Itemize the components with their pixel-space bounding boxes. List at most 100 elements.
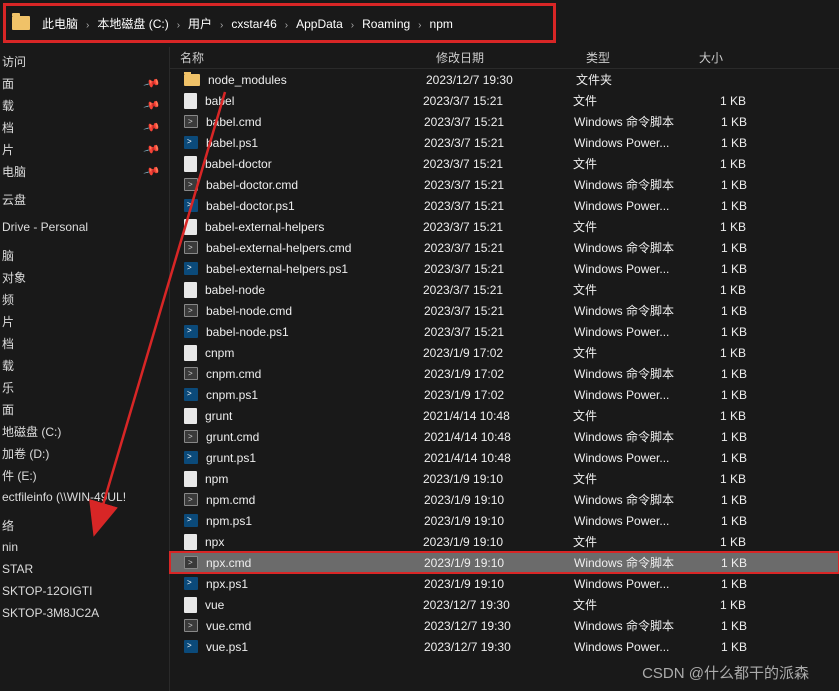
file-row[interactable]: npm2023/1/9 19:10文件1 KB [170, 468, 839, 489]
breadcrumb-segment[interactable]: cxstar46 [231, 17, 276, 31]
file-row[interactable]: babel.ps12023/3/7 15:21Windows Power...1… [170, 132, 839, 153]
file-row[interactable]: cnpm.cmd2023/1/9 17:02Windows 命令脚本1 KB [170, 363, 839, 384]
file-row[interactable]: npm.cmd2023/1/9 19:10Windows 命令脚本1 KB [170, 489, 839, 510]
file-row[interactable]: babel-node.ps12023/3/7 15:21Windows Powe… [170, 321, 839, 342]
sidebar-item[interactable]: 脑 [0, 244, 169, 266]
file-row[interactable]: babel2023/3/7 15:21文件1 KB [170, 90, 839, 111]
file-row[interactable]: vue2023/12/7 19:30文件1 KB [170, 594, 839, 615]
file-row[interactable]: npx.ps12023/1/9 19:10Windows Power...1 K… [170, 573, 839, 594]
file-row[interactable]: cnpm2023/1/9 17:02文件1 KB [170, 342, 839, 363]
file-row[interactable]: npm.ps12023/1/9 19:10Windows Power...1 K… [170, 510, 839, 531]
file-row[interactable]: cnpm.ps12023/1/9 17:02Windows Power...1 … [170, 384, 839, 405]
file-date: 2023/3/7 15:21 [424, 178, 574, 192]
sidebar-item[interactable]: 络 [0, 514, 169, 536]
file-type: Windows 命令脚本 [574, 176, 687, 193]
file-date: 2023/1/9 17:02 [423, 346, 573, 360]
address-bar[interactable]: 此电脑›本地磁盘 (C:)›用户›cxstar46›AppData›Roamin… [3, 3, 556, 43]
file-name: npm.ps1 [206, 514, 424, 528]
file-date: 2021/4/14 10:48 [423, 409, 573, 423]
chevron-right-icon: › [177, 20, 180, 31]
folder-icon [184, 74, 200, 86]
sidebar-item[interactable]: 地磁盘 (C:) [0, 420, 169, 442]
file-row[interactable]: babel-doctor.cmd2023/3/7 15:21Windows 命令… [170, 174, 839, 195]
file-icon [184, 219, 197, 235]
column-headers[interactable]: 名称 修改日期 类型 大小 [170, 47, 839, 69]
file-date: 2023/1/9 19:10 [423, 472, 573, 486]
col-date[interactable]: 修改日期 [426, 49, 576, 66]
breadcrumb-segment[interactable]: npm [430, 17, 453, 31]
file-row[interactable]: babel.cmd2023/3/7 15:21Windows 命令脚本1 KB [170, 111, 839, 132]
file-name: npm.cmd [206, 493, 424, 507]
file-name: cnpm [205, 346, 423, 360]
sidebar-item-label: 载 [2, 97, 14, 114]
col-type[interactable]: 类型 [576, 49, 689, 66]
sidebar-item[interactable]: 对象 [0, 266, 169, 288]
col-size[interactable]: 大小 [689, 49, 769, 66]
sidebar-item[interactable]: 电脑📌 [0, 160, 169, 182]
file-type: 文件 [573, 92, 686, 109]
sidebar-item[interactable]: SKTOP-12OIGTI [0, 580, 169, 602]
breadcrumb-segment[interactable]: AppData [296, 17, 343, 31]
sidebar-item-label: 对象 [2, 269, 26, 286]
file-date: 2023/12/7 19:30 [424, 619, 574, 633]
sidebar-item-label: 加卷 (D:) [2, 445, 49, 462]
sidebar-item[interactable]: 加卷 (D:) [0, 442, 169, 464]
sidebar-item[interactable]: 档📌 [0, 116, 169, 138]
file-name: babel.cmd [206, 115, 424, 129]
file-row[interactable]: npx.cmd2023/1/9 19:10Windows 命令脚本1 KB [170, 552, 839, 573]
file-row[interactable]: babel-node2023/3/7 15:21文件1 KB [170, 279, 839, 300]
file-list[interactable]: node_modules2023/12/7 19:30文件夹babel2023/… [170, 69, 839, 657]
sidebar-item[interactable]: 访问 [0, 50, 169, 72]
file-row[interactable]: grunt.ps12021/4/14 10:48Windows Power...… [170, 447, 839, 468]
file-size: 1 KB [686, 283, 766, 297]
sidebar-item[interactable]: 乐 [0, 376, 169, 398]
file-date: 2023/3/7 15:21 [423, 157, 573, 171]
sidebar-item[interactable]: 云盘 [0, 188, 169, 210]
sidebar-item[interactable]: 片📌 [0, 138, 169, 160]
breadcrumb-segment[interactable]: 本地磁盘 (C:) [97, 17, 168, 31]
sidebar-item[interactable]: SKTOP-3M8JC2A [0, 602, 169, 624]
file-row[interactable]: babel-external-helpers2023/3/7 15:21文件1 … [170, 216, 839, 237]
sidebar-item[interactable]: 面📌 [0, 72, 169, 94]
file-name: node_modules [208, 73, 426, 87]
file-row[interactable]: grunt2021/4/14 10:48文件1 KB [170, 405, 839, 426]
file-row[interactable]: babel-doctor2023/3/7 15:21文件1 KB [170, 153, 839, 174]
sidebar-item[interactable]: Drive - Personal [0, 216, 169, 238]
file-type: Windows Power... [574, 640, 687, 654]
sidebar-item[interactable]: STAR [0, 558, 169, 580]
breadcrumb-segment[interactable]: 此电脑 [42, 17, 78, 31]
file-name: cnpm.ps1 [206, 388, 424, 402]
sidebar-item[interactable]: 频 [0, 288, 169, 310]
file-date: 2023/1/9 19:10 [424, 493, 574, 507]
file-row[interactable]: babel-external-helpers.ps12023/3/7 15:21… [170, 258, 839, 279]
file-size: 1 KB [687, 367, 767, 381]
sidebar-item[interactable]: ectfileinfo (\\WIN-49UL! [0, 486, 169, 508]
file-name: vue [205, 598, 423, 612]
file-size: 1 KB [687, 325, 767, 339]
col-name[interactable]: 名称 [170, 49, 426, 66]
breadcrumb-segment[interactable]: 用户 [188, 17, 212, 31]
file-row[interactable]: npx2023/1/9 19:10文件1 KB [170, 531, 839, 552]
sidebar-item[interactable]: nin [0, 536, 169, 558]
file-name: babel-node.ps1 [206, 325, 424, 339]
file-row[interactable]: node_modules2023/12/7 19:30文件夹 [170, 69, 839, 90]
pin-icon: 📌 [143, 140, 161, 158]
file-row[interactable]: vue.cmd2023/12/7 19:30Windows 命令脚本1 KB [170, 615, 839, 636]
file-type: Windows 命令脚本 [574, 365, 687, 382]
file-row[interactable]: babel-doctor.ps12023/3/7 15:21Windows Po… [170, 195, 839, 216]
sidebar-item[interactable]: 档 [0, 332, 169, 354]
file-name: npx.ps1 [206, 577, 424, 591]
breadcrumb-segment[interactable]: Roaming [362, 17, 410, 31]
file-row[interactable]: grunt.cmd2021/4/14 10:48Windows 命令脚本1 KB [170, 426, 839, 447]
sidebar-item[interactable]: 件 (E:) [0, 464, 169, 486]
file-row[interactable]: babel-external-helpers.cmd2023/3/7 15:21… [170, 237, 839, 258]
file-row[interactable]: babel-node.cmd2023/3/7 15:21Windows 命令脚本… [170, 300, 839, 321]
sidebar-item[interactable]: 载 [0, 354, 169, 376]
file-date: 2023/3/7 15:21 [423, 283, 573, 297]
ps1-icon [184, 388, 198, 401]
ps1-icon [184, 514, 198, 527]
sidebar-item[interactable]: 片 [0, 310, 169, 332]
sidebar-item[interactable]: 载📌 [0, 94, 169, 116]
file-row[interactable]: vue.ps12023/12/7 19:30Windows Power...1 … [170, 636, 839, 657]
sidebar-item[interactable]: 面 [0, 398, 169, 420]
